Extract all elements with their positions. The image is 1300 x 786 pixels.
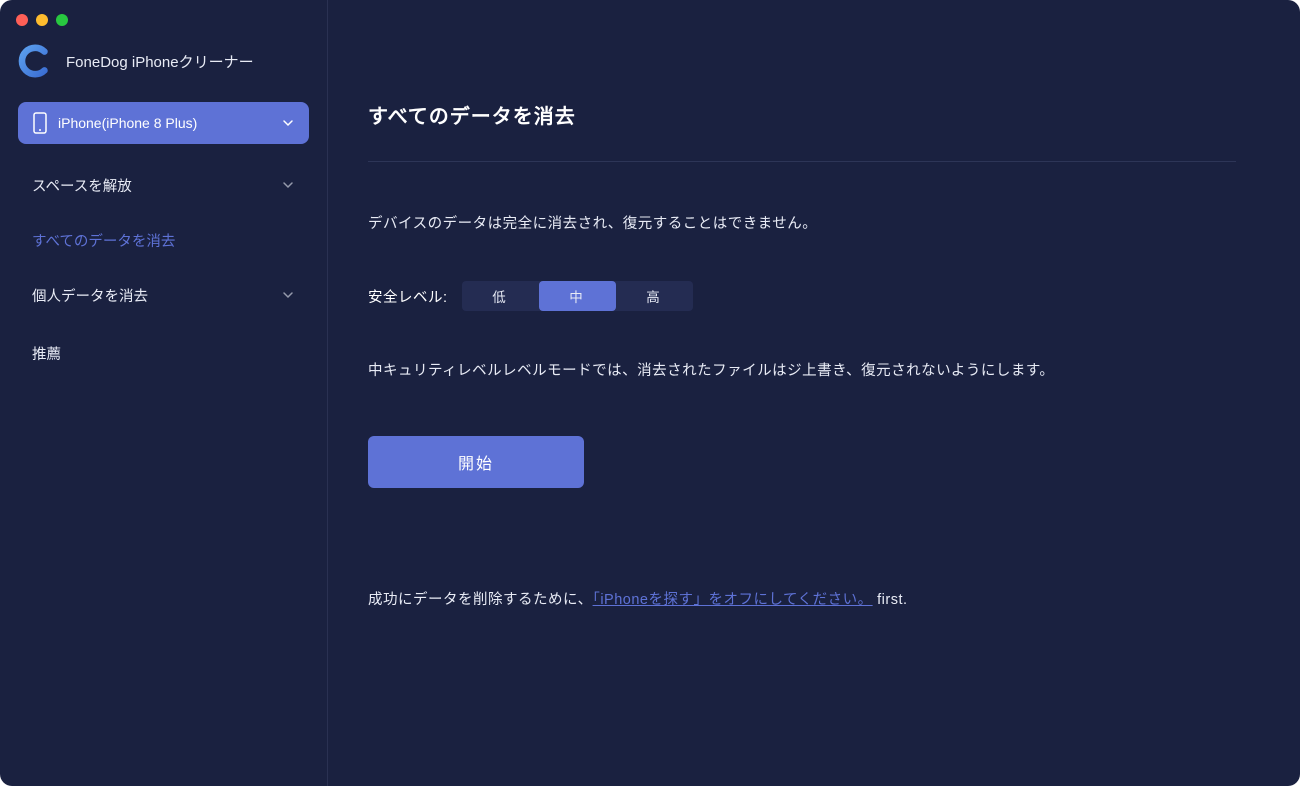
device-selector[interactable]: iPhone(iPhone 8 Plus) <box>18 102 309 144</box>
page-title: すべてのデータを消去 <box>368 100 1236 129</box>
close-window-button[interactable] <box>16 14 28 26</box>
security-level-row: 安全レベル: 低 中 高 <box>368 281 1236 311</box>
bottom-note: 成功にデータを削除するために、「iPhoneを探す」をオフにしてください。 fi… <box>368 588 1236 609</box>
sidebar-item-erase-private-data[interactable]: 個人データを消去 <box>0 266 327 324</box>
security-level-label: 安全レベル: <box>368 286 448 307</box>
sidebar-item-label: 推薦 <box>32 343 61 364</box>
window-controls <box>0 14 327 26</box>
maximize-window-button[interactable] <box>56 14 68 26</box>
divider <box>368 161 1236 162</box>
start-button[interactable]: 開始 <box>368 436 584 488</box>
sidebar-item-erase-all-data[interactable]: すべてのデータを消去 <box>0 214 327 266</box>
warning-text: デバイスのデータは完全に消去され、復元することはできません。 <box>368 212 1236 233</box>
sidebar-item-label: スペースを解放 <box>32 175 132 196</box>
sidebar-item-recommendation[interactable]: 推薦 <box>0 324 327 382</box>
chevron-down-icon <box>281 288 295 302</box>
device-name: iPhone(iPhone 8 Plus) <box>58 115 281 131</box>
app-window: FoneDog iPhoneクリーナー iPhone(iPhone 8 Plus… <box>0 0 1300 786</box>
minimize-window-button[interactable] <box>36 14 48 26</box>
main-content: すべてのデータを消去 デバイスのデータは完全に消去され、復元することはできません… <box>328 0 1300 786</box>
security-level-high[interactable]: 高 <box>616 281 693 311</box>
chevron-down-icon <box>281 116 295 130</box>
app-name: FoneDog iPhoneクリーナー <box>66 51 254 72</box>
phone-icon <box>32 112 48 134</box>
find-my-iphone-link[interactable]: 「iPhoneを探す」をオフにしてください。 <box>593 592 873 608</box>
security-level-low[interactable]: 低 <box>462 281 539 311</box>
sidebar: FoneDog iPhoneクリーナー iPhone(iPhone 8 Plus… <box>0 0 328 786</box>
sidebar-item-free-space[interactable]: スペースを解放 <box>0 156 327 214</box>
security-level-segment: 低 中 高 <box>462 281 693 311</box>
security-level-medium[interactable]: 中 <box>539 281 616 311</box>
bottom-note-suffix: first. <box>873 592 908 608</box>
sidebar-item-label: すべてのデータを消去 <box>32 230 175 251</box>
app-logo-icon <box>18 44 52 78</box>
bottom-note-prefix: 成功にデータを削除するために、 <box>368 592 593 608</box>
sidebar-item-label: 個人データを消去 <box>32 285 148 306</box>
app-title-bar: FoneDog iPhoneクリーナー <box>0 44 327 102</box>
security-description: 中キュリティレベルレベルモードでは、消去されたファイルはジ上書き、復元されないよ… <box>368 359 1236 380</box>
chevron-down-icon <box>281 178 295 192</box>
